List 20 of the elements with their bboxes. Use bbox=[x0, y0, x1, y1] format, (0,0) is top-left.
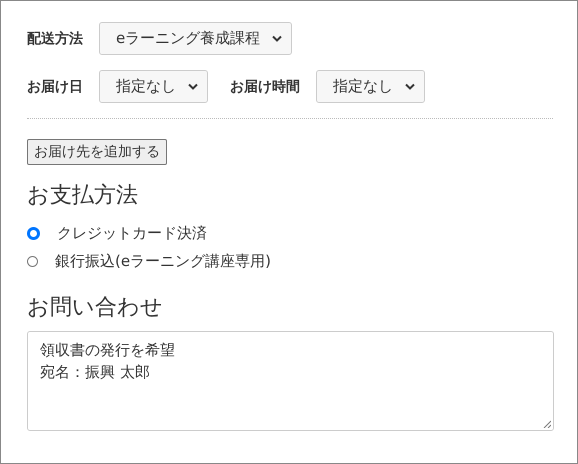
dropdown[interactable]: 指定なし bbox=[99, 70, 208, 103]
radio-label: クレジットカード決済 bbox=[57, 224, 207, 242]
caret-icon bbox=[405, 83, 415, 90]
section-heading: お支払方法 bbox=[27, 182, 139, 210]
caret-icon bbox=[272, 35, 282, 42]
text-line: 領収書の発行を希望 bbox=[40, 340, 175, 361]
field-label: お届け日 bbox=[27, 78, 83, 96]
dropdown[interactable]: eラーニング養成課程 bbox=[99, 22, 292, 55]
caret-icon bbox=[188, 83, 198, 90]
radio-label: 銀行振込(eラーニング講座専用) bbox=[55, 252, 271, 270]
section-heading: お問い合わせ bbox=[27, 294, 164, 322]
radio-button[interactable] bbox=[27, 256, 38, 266]
field-label: お届け時間 bbox=[230, 78, 300, 96]
field-label: 配送方法 bbox=[27, 30, 83, 48]
radio-button[interactable] bbox=[27, 226, 40, 240]
dropdown[interactable]: 指定なし bbox=[316, 70, 425, 103]
add-destination-button[interactable]: お届け先を追加する bbox=[27, 139, 167, 165]
inquiry-text-area[interactable]: 領収書の発行を希望 宛名：振興 太郎 bbox=[27, 331, 554, 431]
resize-handle-icon[interactable] bbox=[543, 420, 551, 428]
text-line: 宛名：振興 太郎 bbox=[40, 362, 150, 383]
